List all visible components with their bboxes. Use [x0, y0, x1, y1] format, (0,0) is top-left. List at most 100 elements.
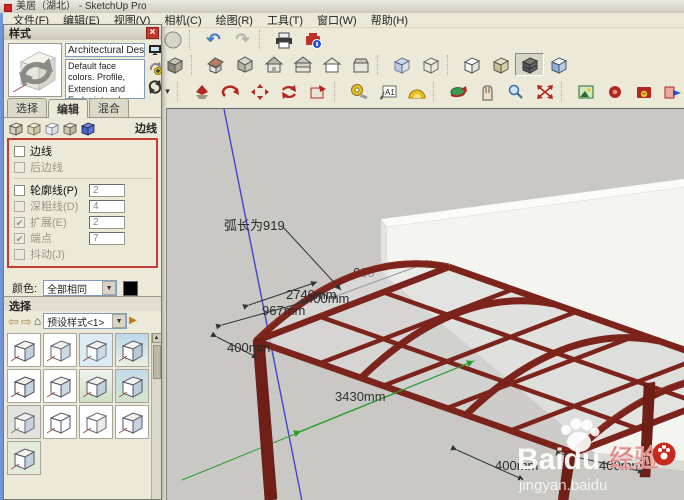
- endpoints-value-field[interactable]: 7: [89, 231, 125, 245]
- background-style-icon[interactable]: [44, 121, 60, 136]
- modeling-style-icon[interactable]: [80, 121, 96, 136]
- details-flyout-icon[interactable]: ▶: [129, 316, 137, 326]
- menu-help[interactable]: 帮助(H): [364, 12, 415, 28]
- styles-panel-titlebar[interactable]: 样式 ×: [4, 25, 161, 40]
- profiles-value-field[interactable]: 2: [89, 183, 125, 197]
- tab-select[interactable]: 选择: [7, 98, 47, 117]
- style-thumbnail[interactable]: [79, 369, 113, 403]
- forward-arrow-icon[interactable]: ⇨: [21, 315, 32, 328]
- style-textured-button[interactable]: [515, 53, 544, 76]
- styles-browser-button[interactable]: [629, 80, 658, 103]
- protractor-button[interactable]: [402, 80, 431, 103]
- components-browser-button[interactable]: [600, 80, 629, 103]
- create-new-style-icon[interactable]: [148, 61, 162, 75]
- style-thumbnail[interactable]: [43, 369, 77, 403]
- style-thumbnail[interactable]: [7, 369, 41, 403]
- style-thumbnail[interactable]: [115, 405, 149, 439]
- menu-camera[interactable]: 相机(C): [157, 12, 208, 28]
- style-name-field[interactable]: Architectural Design Style: [65, 43, 145, 57]
- view-left-button[interactable]: [317, 53, 346, 76]
- orbit-camera-button[interactable]: [216, 80, 245, 103]
- open-button[interactable]: [158, 28, 187, 51]
- menu-window[interactable]: 窗口(W): [310, 12, 364, 28]
- depth-cue-value-field[interactable]: 4: [89, 199, 125, 213]
- jitter-checkbox[interactable]: [14, 248, 25, 260]
- edge-style-icon[interactable]: [8, 121, 24, 136]
- pan-button[interactable]: [472, 80, 501, 103]
- style-monochrome-button[interactable]: [544, 53, 573, 76]
- view-iso-button[interactable]: [201, 53, 230, 76]
- print-button[interactable]: [269, 28, 298, 51]
- pan-camera-button[interactable]: [245, 80, 274, 103]
- dropdown-arrow-icon[interactable]: ▼: [112, 314, 127, 328]
- watermark-style-icon[interactable]: [62, 121, 78, 136]
- view-right-button[interactable]: [346, 53, 375, 76]
- home-icon[interactable]: ⌂: [34, 315, 41, 327]
- style-thumbnail[interactable]: [115, 369, 149, 403]
- style-wireframe-button[interactable]: [416, 53, 445, 76]
- style-thumbnail[interactable]: [43, 333, 77, 367]
- style-thumbnail[interactable]: [79, 405, 113, 439]
- views-toolbar-button[interactable]: [160, 53, 189, 76]
- update-style-icon[interactable]: [148, 80, 162, 94]
- tab-mix[interactable]: 混合: [89, 98, 129, 117]
- color-mode-dropdown[interactable]: 全部相同 ▼: [43, 280, 118, 296]
- scroll-up-icon[interactable]: ▲: [151, 333, 161, 343]
- profiles-checkbox[interactable]: [14, 184, 25, 196]
- back-arrow-icon[interactable]: ⇦: [8, 315, 19, 328]
- extension-checkbox[interactable]: ✔: [14, 216, 25, 228]
- back-edges-checkbox[interactable]: [14, 161, 25, 173]
- close-button[interactable]: ×: [146, 26, 159, 39]
- edges-checkbox-row[interactable]: 边线: [14, 143, 153, 159]
- zoom-extents-button[interactable]: [530, 80, 559, 103]
- depth-cue-checkbox-row[interactable]: 深粗线(D) 4: [14, 198, 153, 214]
- orbit-button[interactable]: [443, 80, 472, 103]
- tab-edit[interactable]: 编辑: [48, 99, 88, 118]
- style-thumbnail[interactable]: [7, 405, 41, 439]
- export-button[interactable]: [658, 80, 684, 103]
- thumbnails-scrollbar[interactable]: ▲: [151, 333, 161, 499]
- menu-draw[interactable]: 绘图(R): [209, 12, 260, 28]
- zoom-button[interactable]: [501, 80, 530, 103]
- style-hidden-line-button[interactable]: [457, 53, 486, 76]
- style-thumbnail[interactable]: [43, 405, 77, 439]
- view-top-button[interactable]: [230, 53, 259, 76]
- undo-button[interactable]: ↶: [199, 28, 228, 51]
- extension-checkbox-row[interactable]: ✔ 扩展(E) 2: [14, 214, 153, 230]
- scrollbar-thumb[interactable]: [152, 345, 161, 379]
- style-thumbnail[interactable]: [115, 333, 149, 367]
- model-info-button[interactable]: [298, 28, 327, 51]
- style-thumbnail[interactable]: [79, 333, 113, 367]
- style-xray-button[interactable]: [387, 53, 416, 76]
- secondary-pane-toggle-icon[interactable]: [148, 44, 162, 56]
- edges-checkbox[interactable]: [14, 145, 25, 157]
- text-annotation-button[interactable]: A1: [373, 80, 402, 103]
- view-back-button[interactable]: [288, 53, 317, 76]
- redo-button[interactable]: ↷: [228, 28, 257, 51]
- face-style-icon[interactable]: [26, 121, 42, 136]
- previous-view-button[interactable]: [303, 80, 332, 103]
- style-thumbnail[interactable]: [7, 333, 41, 367]
- rotate-view-button[interactable]: [274, 80, 303, 103]
- tape-measure-button[interactable]: [344, 80, 373, 103]
- extension-value-field[interactable]: 2: [89, 215, 125, 229]
- profiles-checkbox-row[interactable]: 轮廓线(P) 2: [14, 182, 153, 198]
- back-edges-checkbox-row[interactable]: 后边线: [14, 159, 153, 175]
- dropdown-arrow-icon[interactable]: ▼: [102, 281, 117, 295]
- style-thumbnail[interactable]: [7, 441, 41, 475]
- materials-browser-button[interactable]: [571, 80, 600, 103]
- endpoints-checkbox-row[interactable]: ✔ 端点 7: [14, 230, 153, 246]
- model-viewport[interactable]: 660: [166, 108, 684, 500]
- endpoints-checkbox[interactable]: ✔: [14, 232, 25, 244]
- menu-tools[interactable]: 工具(T): [260, 12, 310, 28]
- edge-color-swatch[interactable]: [123, 280, 139, 296]
- view-front-button[interactable]: [259, 53, 288, 76]
- position-camera-button[interactable]: [187, 80, 216, 103]
- style-shaded-button[interactable]: [486, 53, 515, 76]
- depth-cue-checkbox[interactable]: [14, 200, 25, 212]
- style-preview-thumbnail[interactable]: [8, 43, 62, 97]
- jitter-checkbox-row[interactable]: 抖动(J): [14, 246, 153, 262]
- style-description-field[interactable]: Default face colors. Profile, Extension …: [65, 59, 145, 99]
- toolbar-overflow-button[interactable]: ▾: [160, 80, 175, 103]
- preset-styles-dropdown[interactable]: 预设样式<1> ▼: [43, 313, 128, 329]
